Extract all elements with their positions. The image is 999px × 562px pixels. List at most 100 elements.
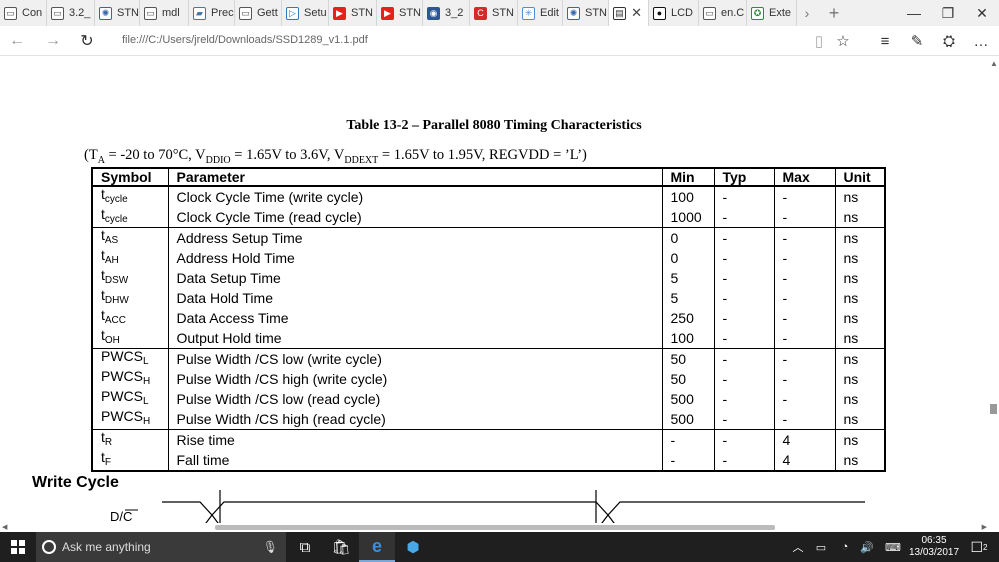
tab-scroll-right[interactable]: › (797, 0, 817, 26)
cell-symbol: PWCSH (92, 409, 168, 430)
notification-count: 2 (983, 542, 988, 552)
refresh-button[interactable]: ↻ (76, 31, 98, 51)
symbol-subscript: cycle (104, 214, 128, 226)
cell-max: - (773, 207, 835, 228)
minimize-icon[interactable]: — (897, 0, 931, 26)
url-field[interactable]: file:///C:/Users/jreld/Downloads/SSD1289… (122, 34, 368, 46)
browser-tab[interactable]: ▶ STN (329, 0, 377, 26)
symbol-subscript: AH (104, 255, 119, 267)
keyboard-icon[interactable]: ⌨ (882, 532, 904, 562)
cell-typ: - (713, 348, 774, 370)
cell-param: Clock Cycle Time (write cycle) (167, 185, 662, 208)
cell-max: - (773, 369, 835, 390)
restore-icon[interactable]: ❐ (931, 0, 965, 26)
cell-min: 100 (661, 328, 714, 349)
tab-label: LCD (671, 7, 694, 19)
close-tab-icon[interactable]: ✕ (631, 5, 642, 21)
tab-label: Edit (540, 7, 559, 19)
cell-min: 0 (661, 227, 714, 249)
browser-tab[interactable]: ● LCD (649, 0, 699, 26)
task-view-icon[interactable]: ⧉ (287, 532, 323, 562)
close-window-icon[interactable]: ✕ (965, 0, 999, 26)
start-button[interactable] (0, 532, 36, 562)
cell-min: - (661, 429, 714, 451)
cell-min: 500 (661, 389, 714, 410)
browser-tab[interactable]: ▤ ✕ (609, 0, 649, 26)
volume-icon[interactable]: 🔊 (858, 532, 876, 562)
cell-param: Output Hold time (167, 328, 662, 349)
symbol-subscript: H (143, 416, 151, 428)
battery-icon[interactable]: ▭ (812, 532, 830, 562)
pdf-viewer[interactable]: Table 13-2 – Parallel 8080 Timing Charac… (0, 57, 988, 523)
table-row: tDHW Data Hold Time 5- - ns (92, 288, 885, 309)
forward-button[interactable]: → (42, 31, 64, 51)
microphone-icon[interactable]: 🎙 (263, 540, 278, 554)
cortana-search[interactable]: Ask me anything 🎙 (36, 532, 286, 562)
defender-icon[interactable]: ⬢ (395, 532, 431, 562)
scroll-left-arrow[interactable]: ◀ (2, 523, 7, 531)
horizontal-scroll-thumb[interactable] (215, 525, 775, 530)
browser-tab[interactable]: ▶ STN (377, 0, 423, 26)
cell-param: Pulse Width /CS high (read cycle) (167, 409, 662, 430)
browser-tab[interactable]: ▰ Prec (189, 0, 235, 26)
cell-param: Address Setup Time (167, 227, 662, 249)
table-row: PWCSL Pulse Width /CS low (write cycle) 50… (92, 348, 885, 370)
table-row: tF Fall time - -4 ns (92, 450, 885, 472)
favorite-star-icon[interactable]: ☆ (832, 31, 854, 51)
tab-label: STN (399, 7, 421, 19)
scroll-right-arrow[interactable]: ▶ (982, 523, 987, 531)
browser-tab[interactable]: ✪ Exte (747, 0, 797, 26)
more-icon[interactable]: … (970, 31, 992, 51)
address-bar: ← → ↻ file:///C:/Users/jreld/Downloads/S… (0, 26, 999, 56)
back-button[interactable]: ← (6, 31, 28, 51)
cell-min: 0 (661, 248, 714, 269)
edge-icon[interactable]: e (359, 532, 395, 562)
red-c-icon: C (474, 6, 487, 20)
symbol-base: PWCS (101, 348, 143, 365)
web-note-icon[interactable]: ✎ (906, 31, 928, 51)
table-row: tcycle Clock Cycle Time (read cycle) 1000-… (92, 207, 885, 228)
tray-expand-icon[interactable]: ︿ (790, 532, 806, 562)
browser-tab[interactable]: ◉ 3_2 (423, 0, 470, 26)
browser-tab[interactable]: ▭ Gett (235, 0, 282, 26)
share-icon[interactable]: ⛭ (938, 31, 960, 51)
wifi-icon[interactable]: ◔ (836, 532, 854, 562)
cell-min: 250 (661, 308, 714, 329)
cell-max: 4 (773, 450, 835, 472)
browser-tab[interactable]: ▭ Con (0, 0, 47, 26)
vertical-scroll-thumb[interactable] (990, 404, 997, 414)
cell-unit: ns (834, 268, 885, 289)
browser-tab[interactable]: ▭ 3.2_ (47, 0, 95, 26)
cell-max: - (773, 185, 835, 208)
signal-crossing (205, 514, 615, 523)
hub-icon[interactable]: ≡ (874, 31, 896, 51)
browser-tab[interactable]: ✺ STN (95, 0, 140, 26)
cell-unit: ns (834, 328, 885, 349)
browser-tab[interactable]: ▷ Setu (282, 0, 329, 26)
new-tab-button[interactable]: + (817, 0, 851, 26)
browser-tab[interactable]: ✺ STN (563, 0, 609, 26)
symbol-subscript: ACC (104, 315, 127, 327)
clock-time: 06:35 (921, 535, 947, 546)
store-icon[interactable]: 🛍 (323, 532, 359, 562)
star-icon: ✳ (522, 6, 535, 20)
cell-typ: - (713, 308, 774, 329)
cell-unit: ns (834, 207, 885, 228)
browser-tab[interactable]: C STN (470, 0, 518, 26)
vertical-scrollbar[interactable]: ▲ (988, 57, 999, 523)
cell-param: Pulse Width /CS high (write cycle) (167, 369, 662, 390)
reading-view-icon[interactable]: ▯ (808, 31, 830, 51)
browser-tab[interactable]: ▭ en.C (699, 0, 747, 26)
tab-label: STN (117, 7, 139, 19)
browser-tab[interactable]: ▭ mdl (140, 0, 189, 26)
clock[interactable]: 06:35 13/03/2017 (908, 535, 960, 559)
horizontal-scrollbar[interactable]: ◀ ▶ (0, 523, 999, 532)
table-row: tDSW Data Setup Time 5- - ns (92, 268, 885, 289)
cell-typ: - (713, 429, 774, 451)
action-center-icon[interactable]: ☐ 2 (966, 532, 992, 562)
cell-symbol: tDHW (92, 288, 168, 308)
browser-tab[interactable]: ✳ Edit (518, 0, 563, 26)
scroll-up-arrow[interactable]: ▲ (990, 59, 998, 68)
cell-min: 500 (661, 409, 714, 430)
cell-symbol: tF (92, 450, 168, 471)
